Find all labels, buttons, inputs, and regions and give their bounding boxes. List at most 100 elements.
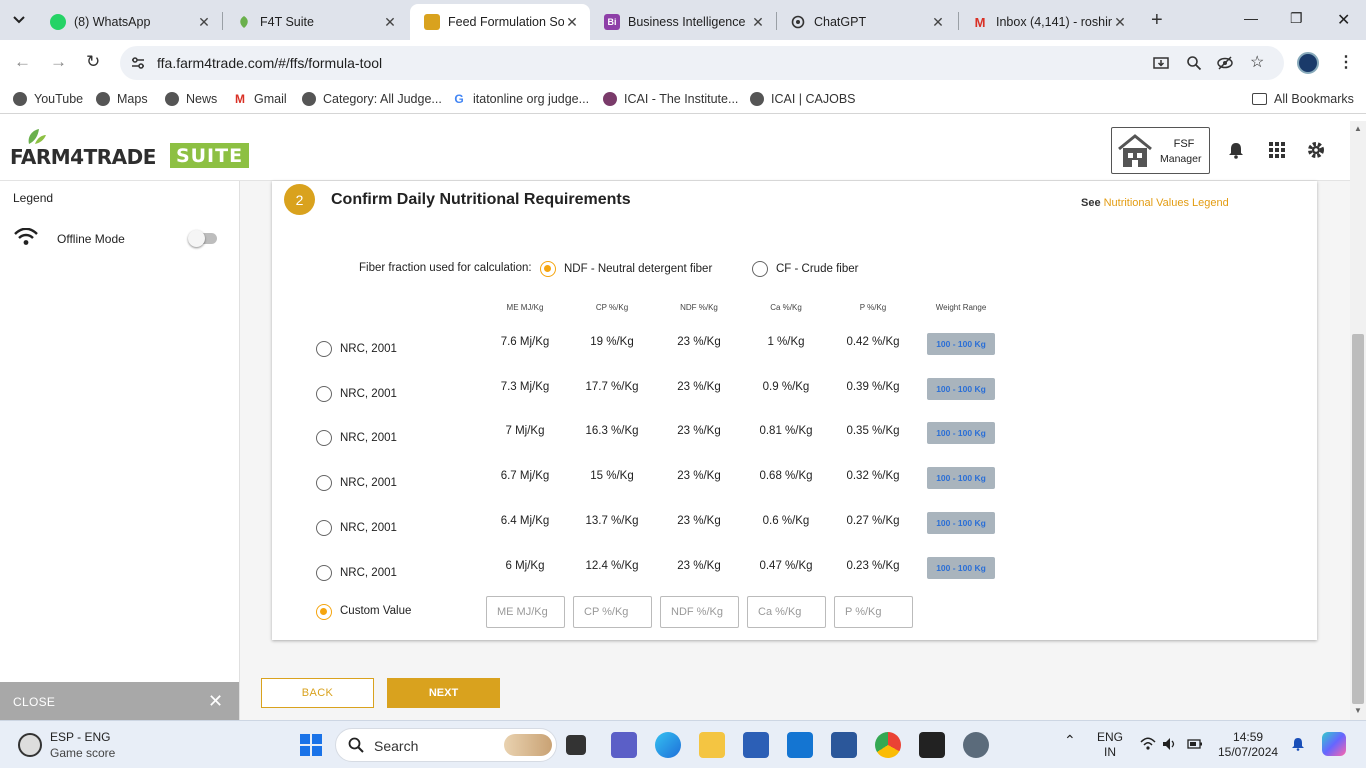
language-indicator[interactable]: ENG IN [1097,730,1123,760]
custom-p-input[interactable] [834,596,913,628]
custom-me-input[interactable] [486,596,565,628]
offline-mode-toggle[interactable] [188,230,217,247]
nutritional-values-legend-link[interactable]: Nutritional Values Legend [1104,197,1229,209]
page-scrollbar[interactable]: ▲ ▼ [1350,121,1366,720]
windows-start-icon[interactable] [298,732,324,758]
tab-close-icon[interactable]: ✕ [382,14,398,31]
tab-feed-formulation[interactable]: Feed Formulation Sof ✕ [410,4,590,40]
tab-close-icon[interactable]: ✕ [564,14,580,31]
chevron-up-icon[interactable]: ⌃ [1064,733,1076,748]
requirement-radio[interactable] [316,430,332,446]
scroll-down-icon[interactable]: ▼ [1354,706,1362,715]
column-header: CP %/Kg [595,303,629,312]
tab-chatgpt[interactable]: ChatGPT ✕ [776,4,956,40]
ca-value: 0.68 %/Kg [759,470,813,482]
requirement-row[interactable]: NRC, 2001 6.4 Mj/Kg 13.7 %/Kg 23 %/Kg 0.… [272,506,1317,551]
tab-f4t-suite[interactable]: F4T Suite ✕ [222,4,408,40]
fiber-ndf-radio[interactable] [540,261,556,277]
browser-menu-icon[interactable]: ⋮ [1338,52,1354,72]
bookmark-news[interactable]: News [165,92,217,106]
word-icon[interactable] [831,732,857,758]
soccer-ball-icon[interactable] [18,733,42,757]
address-bar[interactable]: ffa.farm4trade.com/#/ffs/formula-tool ☆ [120,46,1284,80]
close-icon[interactable]: ✕ [208,691,223,712]
battery-icon[interactable] [1187,737,1203,751]
bell-icon[interactable] [1227,141,1245,159]
apps-grid-icon[interactable] [1268,141,1286,159]
file-explorer-icon[interactable] [699,732,725,758]
close-panel-bar[interactable]: CLOSE ✕ [0,682,239,720]
requirement-radio[interactable] [316,565,332,581]
tab-search-button[interactable] [8,9,30,31]
notification-bell-icon[interactable] [1290,737,1306,751]
star-icon[interactable]: ☆ [1250,52,1266,71]
tab-business-intelligence[interactable]: Bi Business Intelligence ✕ [590,4,776,40]
source-label: NRC, 2001 [340,477,397,489]
custom-ca-input[interactable] [747,596,826,628]
bookmark-maps[interactable]: Maps [96,92,148,106]
scroll-up-icon[interactable]: ▲ [1354,124,1362,133]
microsoft-store-icon[interactable] [743,732,769,758]
terminal-icon[interactable] [919,732,945,758]
requirement-row[interactable]: NRC, 2001 7.6 Mj/Kg 19 %/Kg 23 %/Kg 1 %/… [272,327,1317,372]
widget-line2[interactable]: Game score [50,746,115,760]
edge-icon[interactable] [655,732,681,758]
requirement-row[interactable]: NRC, 2001 7 Mj/Kg 16.3 %/Kg 23 %/Kg 0.81… [272,416,1317,461]
bookmark-icai[interactable]: ICAI - The Institute... [603,92,738,106]
widget-line1[interactable]: ESP - ENG [50,730,110,744]
gear-icon[interactable] [1307,141,1325,159]
back-button[interactable]: BACK [261,678,374,708]
next-button[interactable]: NEXT [387,678,500,708]
clock[interactable]: 14:59 15/07/2024 [1218,730,1278,760]
tab-close-icon[interactable]: ✕ [196,14,212,31]
copilot-icon[interactable] [1322,732,1346,756]
close-window-icon[interactable]: ✕ [1337,10,1350,30]
custom-value-radio[interactable] [316,604,332,620]
tab-close-icon[interactable]: ✕ [750,14,766,31]
scrollbar-thumb[interactable] [1352,334,1364,704]
reload-icon[interactable]: ↻ [86,52,100,72]
fiber-cf-radio[interactable] [752,261,768,277]
teams-icon[interactable] [611,732,637,758]
farm4trade-logo[interactable]: FARM4TRADE SUITE [10,129,250,169]
tab-whatsapp[interactable]: (8) WhatsApp ✕ [36,4,222,40]
requirement-row[interactable]: NRC, 2001 6.7 Mj/Kg 15 %/Kg 23 %/Kg 0.68… [272,461,1317,506]
install-app-icon[interactable] [1153,55,1169,71]
requirement-radio[interactable] [316,475,332,491]
minimize-icon[interactable]: — [1244,10,1258,26]
chrome-icon[interactable] [875,732,901,758]
bookmark-category[interactable]: Category: All Judge... [302,92,442,106]
new-tab-button[interactable]: + [1151,10,1163,30]
tab-close-icon[interactable]: ✕ [930,14,946,31]
all-bookmarks[interactable]: All Bookmarks [1252,92,1354,106]
globe-icon [13,92,27,106]
eye-off-icon[interactable] [1217,55,1233,71]
requirement-radio[interactable] [316,341,332,357]
tab-close-icon[interactable]: ✕ [1112,14,1128,31]
leaf-icon [28,129,46,144]
restore-icon[interactable]: ❐ [1290,10,1303,27]
requirement-radio[interactable] [316,386,332,402]
requirement-radio[interactable] [316,520,332,536]
bookmark-cajobs[interactable]: ICAI | CAJOBS [750,92,856,106]
tab-gmail[interactable]: M Inbox (4,141) - roshin ✕ [958,4,1138,40]
volume-icon[interactable] [1162,737,1178,751]
taskbar-search[interactable]: Search [335,728,557,762]
custom-ndf-input[interactable] [660,596,739,628]
mail-icon[interactable] [787,732,813,758]
bookmark-gmail[interactable]: M Gmail [233,92,287,106]
forward-arrow-icon[interactable]: → [50,52,67,72]
site-settings-icon[interactable] [130,55,146,71]
requirement-row[interactable]: NRC, 2001 7.3 Mj/Kg 17.7 %/Kg 23 %/Kg 0.… [272,372,1317,417]
requirement-row[interactable]: NRC, 2001 6 Mj/Kg 12.4 %/Kg 23 %/Kg 0.47… [272,551,1317,596]
zoom-icon[interactable] [1186,55,1202,71]
fsf-manager-button[interactable]: FSF Manager [1111,127,1210,174]
bookmark-youtube[interactable]: YouTube [13,92,83,106]
bookmark-itatonline[interactable]: Gitatonline org judge... [452,92,589,106]
custom-cp-input[interactable] [573,596,652,628]
task-view-icon[interactable] [566,735,586,755]
settings-icon[interactable] [963,732,989,758]
wifi-icon[interactable] [1140,737,1156,751]
back-arrow-icon[interactable]: ← [14,52,31,72]
avatar[interactable] [1297,52,1319,74]
